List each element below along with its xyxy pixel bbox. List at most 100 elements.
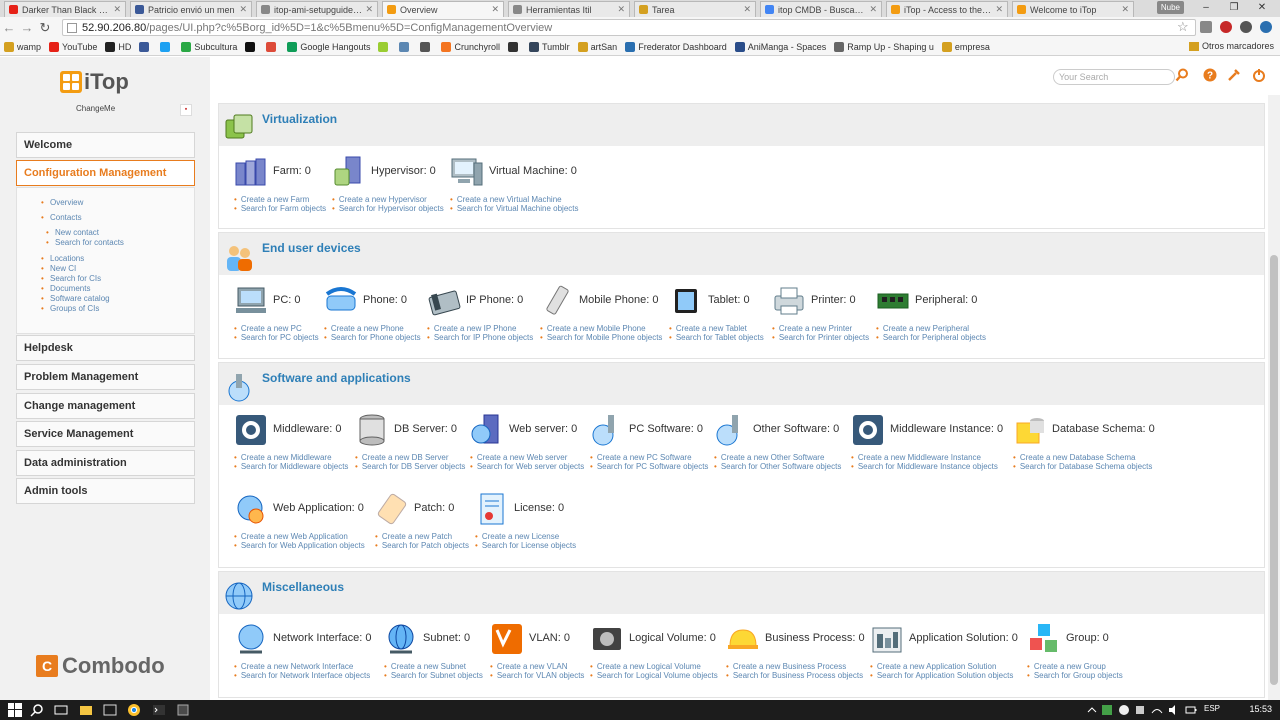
extension-icon[interactable] (1240, 21, 1252, 33)
create-link[interactable]: Create a new Database Schema (1013, 453, 1136, 462)
submenu-new-ci[interactable]: New CI (41, 264, 76, 273)
browser-tab[interactable]: iTop - Access to the Der ✕ (886, 1, 1008, 17)
terminal-icon[interactable] (152, 703, 166, 717)
create-link[interactable]: Create a new IP Phone (427, 324, 517, 333)
bookmark-item[interactable]: empresa (941, 41, 990, 52)
create-link[interactable]: Create a new Tablet (669, 324, 747, 333)
bookmark-item[interactable]: AniManga - Spaces (734, 41, 826, 52)
clock[interactable]: 15:53 (1249, 704, 1272, 714)
browser-tab[interactable]: Tarea ✕ (634, 1, 756, 17)
browser-tab-active[interactable]: Overview ✕ (382, 1, 504, 17)
windows-start-icon[interactable] (8, 703, 22, 717)
browser-user-chip[interactable]: Nube (1156, 1, 1184, 14)
browser-tab[interactable]: itop CMDB - Buscar con ✕ (760, 1, 882, 17)
bookmark-item[interactable] (266, 41, 279, 52)
submenu-overview[interactable]: Overview (41, 198, 83, 207)
search-link[interactable]: Search for Application Solution objects (870, 671, 1014, 680)
bookmark-item[interactable]: YouTube (49, 41, 97, 52)
menu-helpdesk[interactable]: Helpdesk (16, 335, 195, 361)
menu-configuration-management[interactable]: Configuration Management (16, 160, 195, 186)
reload-icon[interactable]: ↻ (36, 20, 54, 36)
create-link[interactable]: Create a new Network Interface (234, 662, 354, 671)
submenu-locations[interactable]: Locations (41, 254, 84, 263)
menu-change-management[interactable]: Change management (16, 393, 195, 419)
create-link[interactable]: Create a new License (475, 532, 559, 541)
bookmark-item[interactable]: Frederator Dashboard (625, 41, 727, 52)
search-link[interactable]: Search for License objects (475, 541, 576, 550)
search-link[interactable]: Search for Mobile Phone objects (540, 333, 663, 342)
search-icon[interactable] (1175, 68, 1189, 82)
tray-app-icon[interactable] (1117, 703, 1131, 717)
network-icon[interactable] (1150, 703, 1164, 717)
search-link[interactable]: Search for Database Schema objects (1013, 462, 1153, 471)
bookmark-item[interactable] (378, 41, 391, 52)
bookmark-item[interactable]: wamp (4, 41, 41, 52)
search-link[interactable]: Search for Subnet objects (384, 671, 483, 680)
create-link[interactable]: Create a new Application Solution (870, 662, 997, 671)
content-scrollbar[interactable] (1268, 95, 1280, 700)
search-link[interactable]: Search for Web Application objects (234, 541, 365, 550)
bookmark-item[interactable]: Tumblr (529, 41, 570, 52)
create-link[interactable]: Create a new Mobile Phone (540, 324, 646, 333)
create-link[interactable]: Create a new VLAN (490, 662, 568, 671)
chrome-icon[interactable] (127, 703, 141, 717)
create-link[interactable]: Create a new Group (1027, 662, 1106, 671)
window-minimize-button[interactable]: – (1192, 1, 1220, 15)
bookmark-item[interactable]: Ramp Up - Shaping u (834, 41, 934, 52)
create-link[interactable]: Create a new Patch (375, 532, 452, 541)
bookmark-item[interactable] (139, 41, 152, 52)
tab-close-icon[interactable]: ✕ (995, 4, 1003, 15)
search-link[interactable]: Search for Network Interface objects (234, 671, 370, 680)
tab-close-icon[interactable]: ✕ (617, 4, 625, 15)
browser-tab[interactable]: Herramientas Itil ✕ (508, 1, 630, 17)
search-link[interactable]: Search for Business Process objects (726, 671, 863, 680)
search-link[interactable]: Search for VLAN objects (490, 671, 585, 680)
search-link[interactable]: Search for Middleware Instance objects (851, 462, 998, 471)
url-input[interactable]: 52.90.206.80/pages/UI.php?c%5Borg_id%5D=… (62, 19, 1196, 36)
window-maximize-button[interactable]: ❐ (1220, 1, 1248, 15)
logoff-icon[interactable] (1252, 68, 1266, 82)
submenu-new-contact[interactable]: New contact (46, 228, 99, 237)
bookmark-item[interactable]: Subcultura (181, 41, 237, 52)
chevron-up-icon[interactable] (1085, 703, 1099, 717)
app-icon[interactable] (176, 703, 190, 717)
keyboard-language[interactable]: ESP (1204, 704, 1220, 713)
file-explorer-icon[interactable] (79, 703, 93, 717)
tray-app-icon[interactable] (1100, 703, 1114, 717)
bookmark-item[interactable] (245, 41, 258, 52)
search-link[interactable]: Search for Phone objects (324, 333, 421, 342)
search-link[interactable]: Search for IP Phone objects (427, 333, 533, 342)
bookmark-item[interactable]: Crunchyroll (441, 41, 500, 52)
tab-close-icon[interactable]: ✕ (113, 4, 121, 15)
bookmark-item[interactable] (508, 41, 521, 52)
menu-data-administration[interactable]: Data administration (16, 450, 195, 476)
tab-close-icon[interactable]: ✕ (743, 4, 751, 15)
submenu-search-contacts[interactable]: Search for contacts (46, 238, 124, 247)
itop-logo[interactable]: iTop (60, 69, 129, 95)
create-link[interactable]: Create a new Hypervisor (332, 195, 427, 204)
bookmark-item[interactable]: artSan (577, 41, 617, 52)
volume-icon[interactable] (1167, 703, 1181, 717)
help-icon[interactable]: ? (1203, 68, 1217, 82)
battery-icon[interactable] (1184, 703, 1198, 717)
collapse-sidebar-button[interactable]: ▪ (180, 104, 192, 116)
tray-app-icon[interactable] (1133, 703, 1147, 717)
create-link[interactable]: Create a new Middleware (234, 453, 332, 462)
search-link[interactable]: Search for Middleware objects (234, 462, 349, 471)
tab-close-icon[interactable]: ✕ (869, 4, 877, 15)
extension-icon[interactable] (1260, 21, 1272, 33)
create-link[interactable]: Create a new DB Server (355, 453, 449, 462)
create-link[interactable]: Create a new Middleware Instance (851, 453, 981, 462)
submenu-contacts[interactable]: Contacts (41, 213, 81, 222)
menu-welcome[interactable]: Welcome (16, 132, 195, 158)
create-link[interactable]: Create a new PC Software (590, 453, 692, 462)
search-link[interactable]: Search for PC objects (234, 333, 319, 342)
create-link[interactable]: Create a new Printer (772, 324, 852, 333)
bookmark-item[interactable] (399, 41, 412, 52)
adblock-icon[interactable] (1220, 21, 1232, 33)
browser-tab[interactable]: Welcome to iTop ✕ (1012, 1, 1134, 17)
app-icon[interactable] (103, 703, 117, 717)
menu-problem-management[interactable]: Problem Management (16, 364, 195, 390)
create-link[interactable]: Create a new Farm (234, 195, 309, 204)
search-link[interactable]: Search for Farm objects (234, 204, 326, 213)
